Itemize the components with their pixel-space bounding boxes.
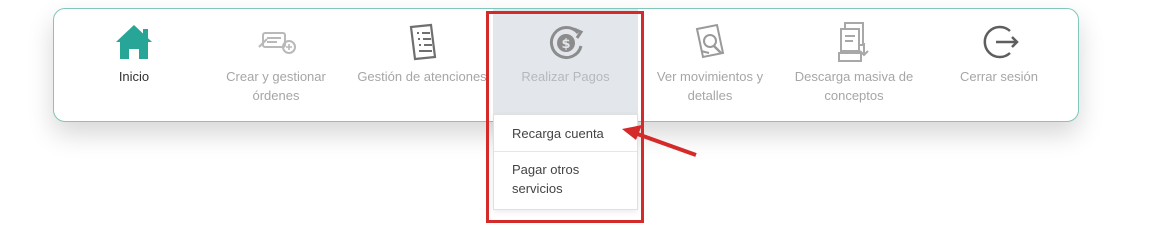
nav-item-inicio[interactable]: Inicio bbox=[94, 9, 174, 121]
svg-text:$: $ bbox=[561, 37, 570, 52]
bulk-download-icon bbox=[831, 21, 877, 63]
nav-item-label: Inicio bbox=[118, 69, 150, 84]
nav-item-cerrar-sesion[interactable]: Cerrar sesión bbox=[946, 9, 1052, 121]
create-order-icon bbox=[253, 21, 299, 63]
search-document-icon bbox=[687, 21, 733, 63]
nav-item-crear-gestionar-ordenes[interactable]: Crear y gestionar órdenes bbox=[216, 9, 336, 121]
document-list-icon bbox=[399, 21, 445, 63]
nav-item-label: Ver movimientos y detalles bbox=[656, 69, 764, 103]
nav-item-ver-movimientos[interactable]: Ver movimientos y detalles bbox=[650, 9, 770, 121]
nav-item-realizar-pagos[interactable]: $ Realizar Pagos bbox=[493, 9, 638, 121]
nav-item-descarga-masiva[interactable]: Descarga masiva de conceptos bbox=[786, 9, 922, 121]
logout-icon bbox=[976, 21, 1022, 63]
dropdown-item-pagar-otros-servicios[interactable]: Pagar otros servicios bbox=[494, 160, 612, 198]
payment-dollar-icon: $ bbox=[543, 21, 589, 63]
nav-item-label: Cerrar sesión bbox=[959, 69, 1039, 84]
home-icon bbox=[111, 21, 157, 63]
nav-item-label: Realizar Pagos bbox=[521, 69, 610, 84]
nav-item-label: Gestión de atenciones bbox=[357, 69, 487, 84]
nav-item-gestion-atenciones[interactable]: Gestión de atenciones bbox=[352, 9, 492, 121]
nav-item-label: Crear y gestionar órdenes bbox=[226, 69, 326, 103]
main-navbar: Inicio Crear y gestionar órdenes Gestión… bbox=[53, 8, 1079, 122]
pointer-arrow bbox=[622, 125, 697, 157]
nav-item-label: Descarga masiva de conceptos bbox=[794, 69, 914, 103]
